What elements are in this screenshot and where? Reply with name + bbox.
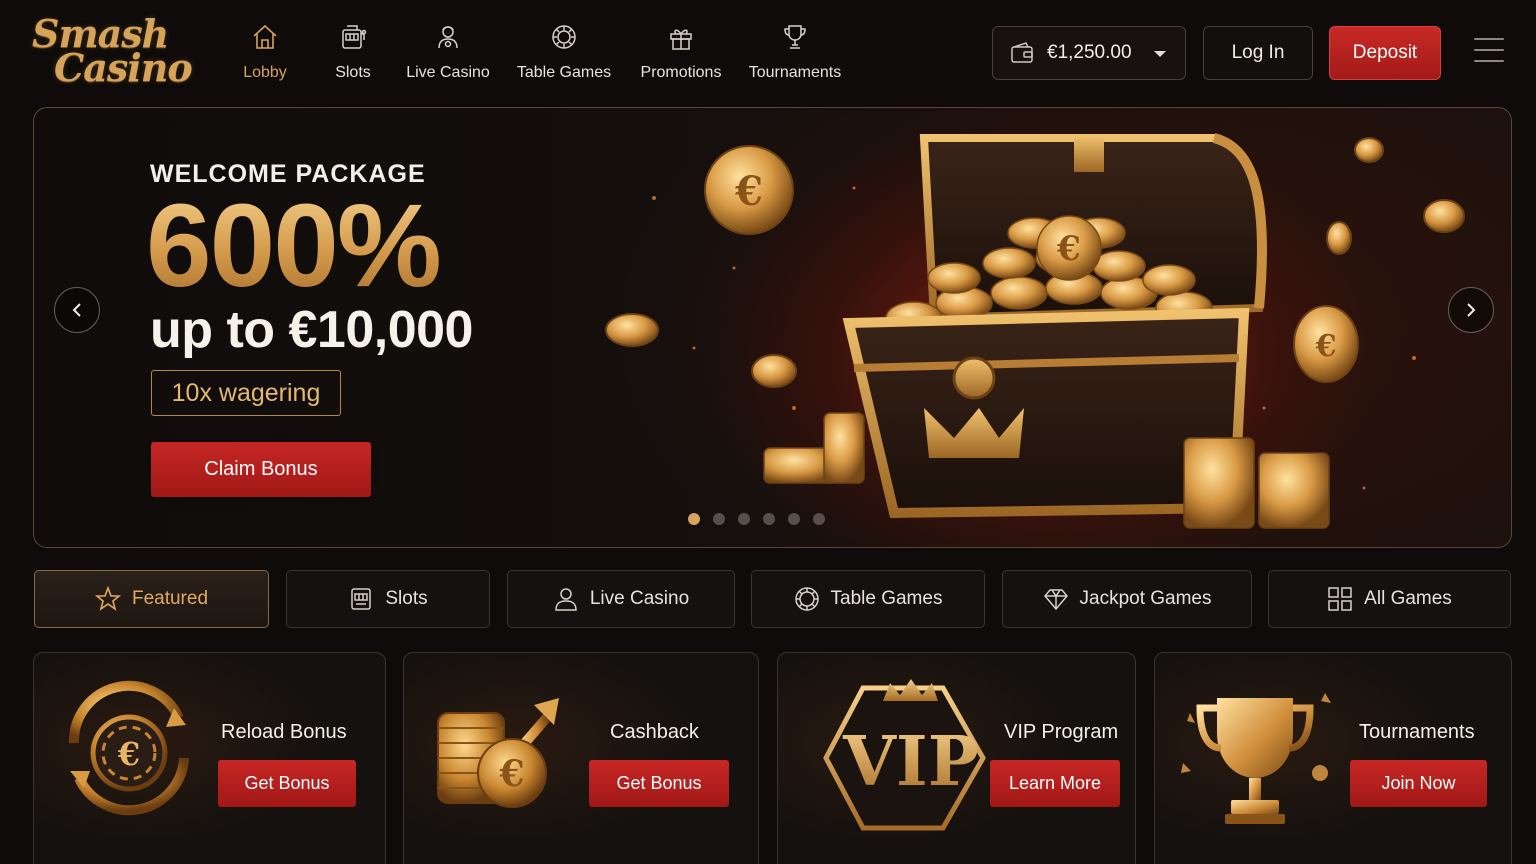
carousel-next-button[interactable] <box>1448 287 1494 333</box>
svg-text:€: € <box>734 168 763 215</box>
tab-label: Slots <box>385 588 428 609</box>
tab-all-games[interactable]: All Games <box>1268 570 1511 628</box>
svg-text:€: € <box>117 735 140 773</box>
carousel-dot[interactable] <box>763 513 775 525</box>
brand-logo[interactable]: Smash Casino <box>32 14 193 90</box>
tab-slots[interactable]: Slots <box>286 570 490 628</box>
slot-machine-icon <box>351 588 372 610</box>
nav-item-lobby[interactable]: Lobby <box>232 20 298 84</box>
tab-featured[interactable]: Featured <box>34 570 269 628</box>
balance-amount: €1,250.00 <box>1047 42 1132 63</box>
nav-label: Promotions <box>640 64 722 81</box>
nav-item-table-games[interactable]: Table Games <box>488 20 640 84</box>
carousel-dot[interactable] <box>688 513 700 525</box>
carousel-prev-button[interactable] <box>54 287 100 333</box>
get-bonus-button[interactable]: Get Bonus <box>218 760 356 807</box>
user-icon <box>555 588 577 611</box>
wagering-badge: 10x wagering <box>151 370 341 416</box>
wallet-icon <box>1011 42 1033 63</box>
join-now-button[interactable]: Join Now <box>1350 760 1487 807</box>
grid-icon <box>1328 587 1352 611</box>
nav-label: Table Games <box>516 64 612 81</box>
chevron-left-icon <box>72 303 81 317</box>
chevron-right-icon <box>1467 303 1476 317</box>
nav-label: Tournaments <box>748 64 842 81</box>
nav-item-live-casino[interactable]: Live Casino <box>406 20 490 84</box>
nav-item-slots[interactable]: Slots <box>298 20 408 84</box>
promo-title: Cashback <box>610 721 699 743</box>
tab-label: All Games <box>1364 588 1452 609</box>
tab-label: Live Casino <box>589 588 690 609</box>
vip-badge-text: VIP <box>842 722 979 802</box>
balance-dropdown[interactable]: €1,250.00 <box>992 26 1186 80</box>
promo-card-reload: € Reload Bonus Get Bonus <box>33 652 386 864</box>
coin-stack-arrow-icon: € <box>437 698 559 808</box>
get-bonus-button[interactable]: Get Bonus <box>589 760 729 807</box>
promo-card-cashback: € Cashback Get Bonus <box>403 652 759 864</box>
tab-label: Featured <box>131 588 209 609</box>
nav-label: Lobby <box>243 64 287 81</box>
diamond-icon <box>1043 589 1068 611</box>
carousel-dots <box>688 513 838 525</box>
carousel-dot[interactable] <box>738 513 750 525</box>
home-icon <box>253 24 277 49</box>
tab-label: Jackpot Games <box>1079 588 1212 609</box>
learn-more-button[interactable]: Learn More <box>990 760 1120 807</box>
svg-text:€: € <box>498 753 524 795</box>
deposit-button[interactable]: Deposit <box>1329 26 1441 80</box>
tab-jackpot-games[interactable]: Jackpot Games <box>1002 570 1252 628</box>
nav-item-tournaments[interactable]: Tournaments <box>722 20 868 84</box>
carousel-dot[interactable] <box>788 513 800 525</box>
promo-card-vip: VIP VIP Program Learn More <box>777 652 1136 864</box>
roulette-chip-icon <box>794 587 819 611</box>
carousel-dot[interactable] <box>713 513 725 525</box>
reload-chip-icon: € <box>68 680 189 816</box>
tab-label: Table Games <box>830 588 943 609</box>
tab-live-casino[interactable]: Live Casino <box>507 570 735 628</box>
slot-machine-icon <box>342 25 367 49</box>
hero-banner: € € € WELCOME PACKAGE 600% up to €10,000… <box>33 107 1512 548</box>
claim-bonus-button[interactable]: Claim Bonus <box>151 442 371 497</box>
tab-table-games[interactable]: Table Games <box>751 570 985 628</box>
main-nav: Lobby Slots Live Casino Table Games Prom… <box>232 20 868 84</box>
nav-label: Live Casino <box>406 64 490 81</box>
dealer-icon <box>438 26 458 49</box>
vip-crown-badge-icon: VIP <box>823 679 986 831</box>
gift-icon <box>670 29 692 50</box>
login-button[interactable]: Log In <box>1203 26 1313 80</box>
svg-text:€: € <box>1315 329 1337 364</box>
svg-text:€: € <box>1056 229 1081 269</box>
brand-logo-line2: Casino <box>54 45 193 90</box>
promo-card-tournaments: Tournaments Join Now <box>1154 652 1512 864</box>
gold-trophy-icon <box>1181 693 1331 824</box>
roulette-chip-icon <box>552 25 576 49</box>
nav-label: Slots <box>335 64 371 81</box>
hero-headline: 600% <box>146 180 442 312</box>
carousel-dot[interactable] <box>813 513 825 525</box>
nav-item-promotions[interactable]: Promotions <box>640 20 722 84</box>
promo-title: Reload Bonus <box>221 721 347 743</box>
hero-subline: up to €10,000 <box>150 301 473 359</box>
promo-title: Tournaments <box>1359 721 1475 743</box>
star-icon <box>94 586 121 611</box>
chevron-down-icon <box>1154 51 1166 57</box>
promo-title: VIP Program <box>1004 721 1119 743</box>
trophy-icon <box>784 25 806 49</box>
menu-icon[interactable] <box>1474 38 1504 66</box>
